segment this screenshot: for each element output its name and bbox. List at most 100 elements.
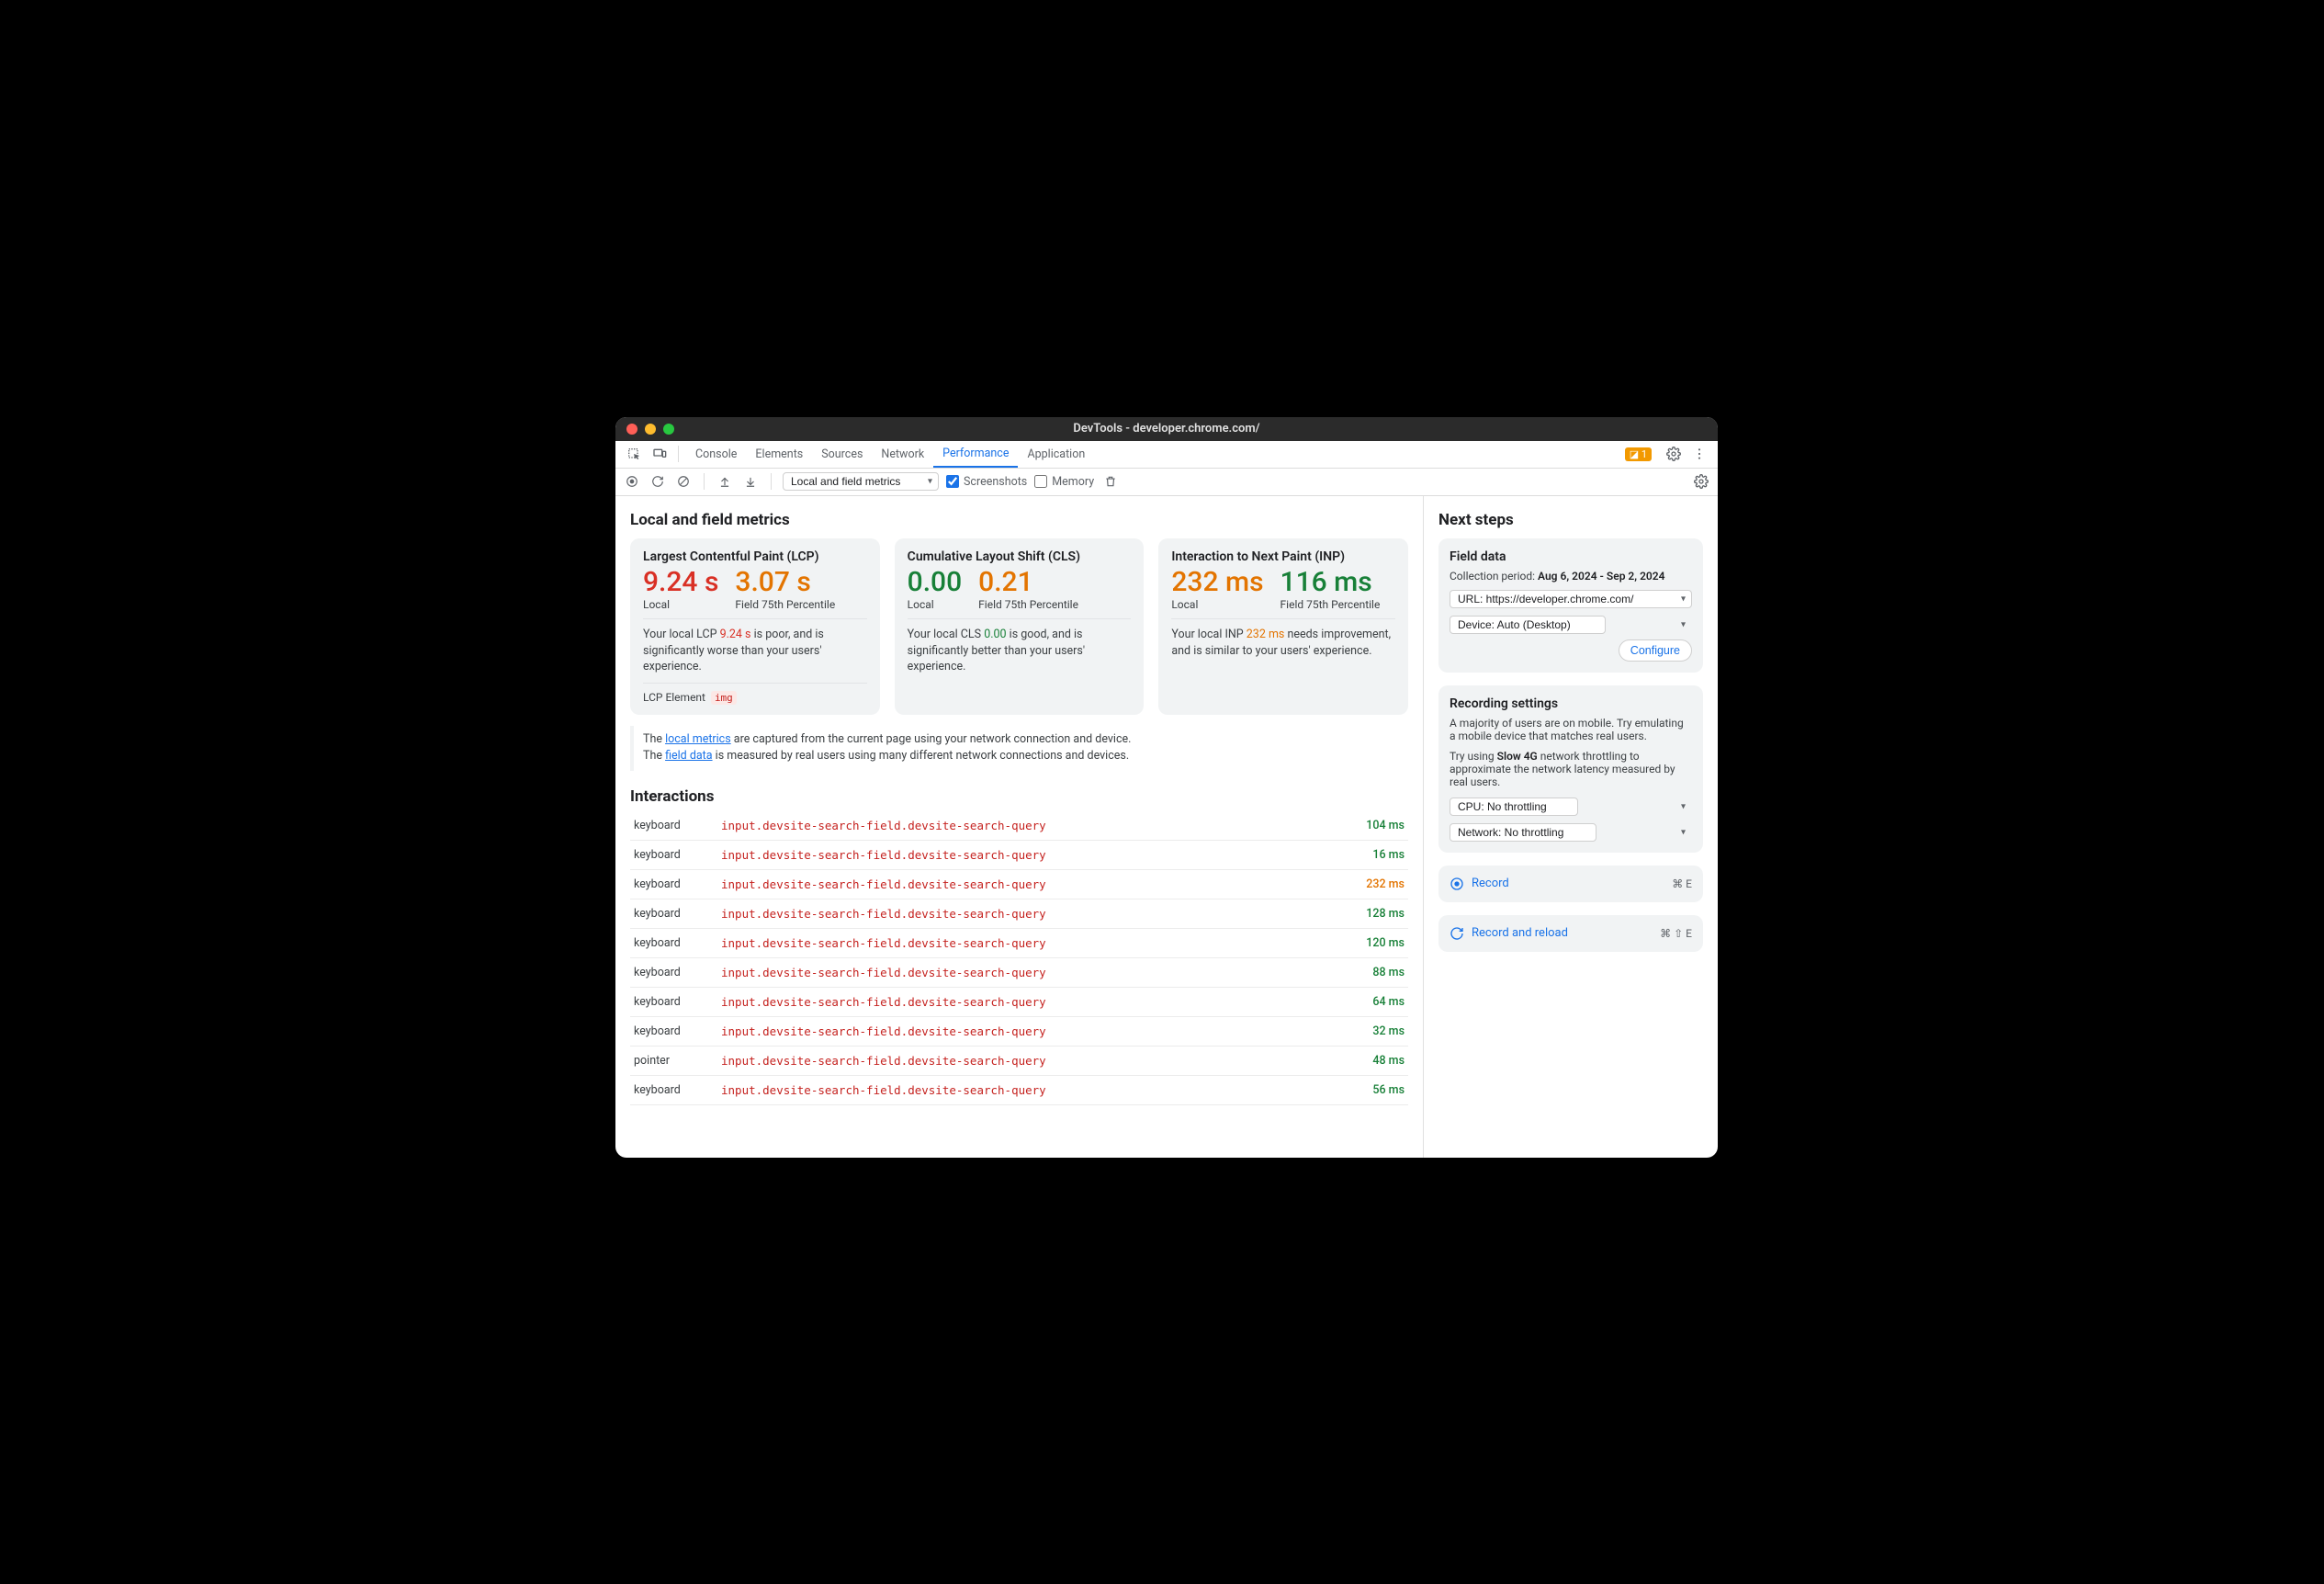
interaction-selector: input.devsite-search-field.devsite-searc… xyxy=(717,1076,1335,1105)
devtools-window: DevTools - developer.chrome.com/ Console… xyxy=(615,417,1718,1159)
lcp-local-value: 9.24 s xyxy=(643,568,718,597)
lcp-element-row: LCP Element img xyxy=(643,691,867,704)
inp-card: Interaction to Next Paint (INP) 232 ms L… xyxy=(1158,538,1408,715)
record-label: Record xyxy=(1472,877,1509,890)
cpu-throttle-select[interactable]: CPU: No throttling xyxy=(1450,798,1692,816)
interaction-row[interactable]: keyboardinput.devsite-search-field.devsi… xyxy=(630,988,1408,1017)
device-toggle-icon[interactable] xyxy=(649,443,671,465)
download-icon[interactable] xyxy=(741,472,760,491)
interaction-type: keyboard xyxy=(630,811,717,841)
tab-elements[interactable]: Elements xyxy=(746,441,812,468)
interaction-row[interactable]: pointerinput.devsite-search-field.devsit… xyxy=(630,1047,1408,1076)
field-data-link[interactable]: field data xyxy=(665,749,712,763)
metrics-heading: Local and field metrics xyxy=(630,511,1408,529)
interaction-selector: input.devsite-search-field.devsite-searc… xyxy=(717,811,1335,841)
interaction-type: keyboard xyxy=(630,899,717,929)
interaction-time: 56 ms xyxy=(1335,1076,1408,1105)
interaction-time: 104 ms xyxy=(1335,811,1408,841)
main-panel: Local and field metrics Largest Contentf… xyxy=(615,496,1424,1159)
interaction-selector: input.devsite-search-field.devsite-searc… xyxy=(717,870,1335,899)
tab-network[interactable]: Network xyxy=(872,441,933,468)
lcp-field-value: 3.07 s xyxy=(735,568,835,597)
recording-hint-2: Try using Slow 4G network throttling to … xyxy=(1450,750,1692,788)
performance-toolbar: Local and field metrics Screenshots Memo… xyxy=(615,469,1718,496)
interaction-row[interactable]: keyboardinput.devsite-search-field.devsi… xyxy=(630,958,1408,988)
titlebar: DevTools - developer.chrome.com/ xyxy=(615,417,1718,441)
interaction-selector: input.devsite-search-field.devsite-searc… xyxy=(717,1047,1335,1076)
interaction-row[interactable]: keyboardinput.devsite-search-field.devsi… xyxy=(630,899,1408,929)
upload-icon[interactable] xyxy=(716,472,734,491)
interaction-time: 232 ms xyxy=(1335,870,1408,899)
interaction-row[interactable]: keyboardinput.devsite-search-field.devsi… xyxy=(630,811,1408,841)
recording-settings-title: Recording settings xyxy=(1450,696,1692,711)
inspect-icon[interactable] xyxy=(623,443,645,465)
recording-hint-1: A majority of users are on mobile. Try e… xyxy=(1450,717,1692,742)
record-reload-panel[interactable]: Record and reload ⌘ ⇧ E xyxy=(1438,915,1703,952)
tab-application[interactable]: Application xyxy=(1018,441,1094,468)
tab-console[interactable]: Console xyxy=(686,441,746,468)
window-title: DevTools - developer.chrome.com/ xyxy=(615,422,1718,436)
tab-performance[interactable]: Performance xyxy=(933,441,1018,468)
interaction-row[interactable]: keyboardinput.devsite-search-field.devsi… xyxy=(630,1017,1408,1047)
more-icon[interactable] xyxy=(1688,443,1710,465)
metrics-mode-select[interactable]: Local and field metrics xyxy=(783,472,939,491)
settings-icon[interactable] xyxy=(1663,443,1685,465)
record-icon[interactable] xyxy=(623,472,641,491)
issues-badge[interactable]: ◪ 1 xyxy=(1625,447,1652,461)
device-select[interactable]: Device: Auto (Desktop) xyxy=(1450,616,1692,634)
screenshots-label: Screenshots xyxy=(964,475,1027,489)
issues-count: 1 xyxy=(1641,448,1647,460)
recording-settings-panel: Recording settings A majority of users a… xyxy=(1438,685,1703,853)
devtools-tabbar: ConsoleElementsSourcesNetworkPerformance… xyxy=(615,441,1718,469)
lcp-element-chip[interactable]: img xyxy=(711,691,737,705)
inp-field-value: 116 ms xyxy=(1280,568,1381,597)
reload-record-icon[interactable] xyxy=(649,472,667,491)
clear-icon[interactable] xyxy=(674,472,693,491)
window-controls xyxy=(626,424,674,435)
interaction-row[interactable]: keyboardinput.devsite-search-field.devsi… xyxy=(630,870,1408,899)
interaction-time: 120 ms xyxy=(1335,929,1408,958)
lcp-summary: Your local LCP 9.24 s is poor, and is si… xyxy=(643,627,867,684)
inp-local-value: 232 ms xyxy=(1171,568,1263,597)
record-panel[interactable]: Record ⌘ E xyxy=(1438,866,1703,902)
record-shortcut: ⌘ E xyxy=(1672,877,1692,890)
cls-title: Cumulative Layout Shift (CLS) xyxy=(908,549,1132,564)
cls-field-label: Field 75th Percentile xyxy=(978,598,1078,611)
close-window-button[interactable] xyxy=(626,424,637,435)
lcp-card: Largest Contentful Paint (LCP) 9.24 s Lo… xyxy=(630,538,880,715)
interaction-time: 48 ms xyxy=(1335,1047,1408,1076)
interaction-type: keyboard xyxy=(630,870,717,899)
inp-local-label: Local xyxy=(1171,598,1263,611)
configure-button[interactable]: Configure xyxy=(1619,639,1692,662)
inp-field-label: Field 75th Percentile xyxy=(1280,598,1381,611)
interaction-time: 16 ms xyxy=(1335,841,1408,870)
inp-title: Interaction to Next Paint (INP) xyxy=(1171,549,1395,564)
field-data-panel: Field data Collection period: Aug 6, 202… xyxy=(1438,538,1703,673)
lcp-field-label: Field 75th Percentile xyxy=(735,598,835,611)
network-throttle-select[interactable]: Network: No throttling xyxy=(1450,823,1692,842)
memory-checkbox-input[interactable] xyxy=(1034,475,1047,488)
minimize-window-button[interactable] xyxy=(645,424,656,435)
interactions-heading: Interactions xyxy=(630,787,1408,806)
interaction-selector: input.devsite-search-field.devsite-searc… xyxy=(717,841,1335,870)
interaction-row[interactable]: keyboardinput.devsite-search-field.devsi… xyxy=(630,929,1408,958)
maximize-window-button[interactable] xyxy=(663,424,674,435)
memory-checkbox[interactable]: Memory xyxy=(1034,475,1094,489)
local-metrics-link[interactable]: local metrics xyxy=(665,732,731,746)
interaction-selector: input.devsite-search-field.devsite-searc… xyxy=(717,1017,1335,1047)
gc-icon[interactable] xyxy=(1101,472,1120,491)
interaction-type: pointer xyxy=(630,1047,717,1076)
cls-card: Cumulative Layout Shift (CLS) 0.00 Local… xyxy=(895,538,1145,715)
url-select[interactable]: URL: https://developer.chrome.com/ xyxy=(1450,590,1692,608)
tab-sources[interactable]: Sources xyxy=(812,441,872,468)
panel-settings-icon[interactable] xyxy=(1692,472,1710,491)
interaction-type: keyboard xyxy=(630,958,717,988)
screenshots-checkbox-input[interactable] xyxy=(946,475,959,488)
interaction-row[interactable]: keyboardinput.devsite-search-field.devsi… xyxy=(630,1076,1408,1105)
divider xyxy=(678,446,679,462)
interactions-table: keyboardinput.devsite-search-field.devsi… xyxy=(630,811,1408,1105)
side-panel: Next steps Field data Collection period:… xyxy=(1424,496,1718,1159)
interaction-row[interactable]: keyboardinput.devsite-search-field.devsi… xyxy=(630,841,1408,870)
screenshots-checkbox[interactable]: Screenshots xyxy=(946,475,1027,489)
cls-summary: Your local CLS 0.00 is good, and is sign… xyxy=(908,627,1132,675)
